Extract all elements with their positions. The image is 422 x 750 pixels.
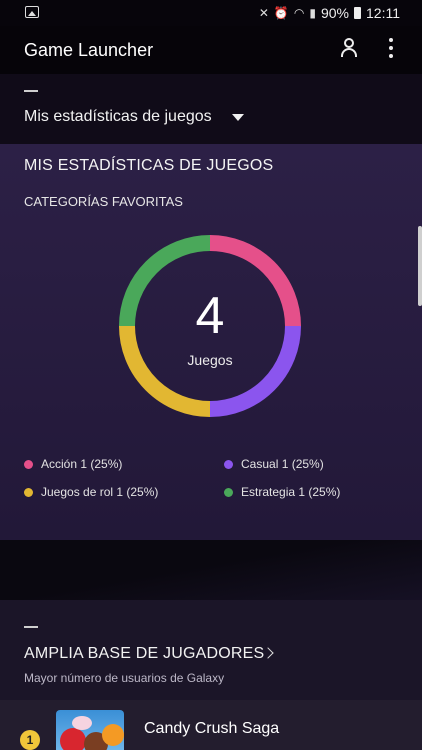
wifi-icon: ◠ [293, 6, 305, 20]
legend-item-rol: Juegos de rol 1 (25%) [24, 485, 158, 499]
legend-dot [24, 487, 33, 497]
game-list-item[interactable]: 1 Candy Crush Saga [0, 700, 422, 750]
donut-total-label: Juegos [187, 352, 233, 368]
section-selector[interactable]: Mis estadísticas de juegos [0, 74, 422, 144]
rank-badge: 1 [20, 730, 40, 750]
card-title: MIS ESTADÍSTICAS DE JUEGOS [24, 157, 274, 174]
legend-dot [224, 487, 233, 497]
vibrate-icon: ✕ [258, 6, 269, 20]
players-section[interactable]: AMPLIA BASE DE JUGADORES Mayor número de… [0, 600, 422, 700]
user-icon[interactable] [340, 38, 358, 58]
game-name: Candy Crush Saga [144, 720, 280, 737]
legend-item-estrategia: Estrategia 1 (25%) [224, 485, 340, 499]
game-stats-card: MIS ESTADÍSTICAS DE JUEGOS CATEGORÍAS FA… [0, 144, 422, 540]
divider-dash [24, 626, 38, 628]
image-notification-icon [25, 6, 39, 18]
battery-icon [354, 7, 361, 19]
status-indicators: ✕ ⏰ ◠ ▮ 90% 12:11 [259, 5, 400, 21]
caret-down-icon [232, 114, 244, 121]
section-selector-label: Mis estadísticas de juegos [24, 108, 212, 125]
players-section-subtitle: Mayor número de usuarios de Galaxy [24, 671, 225, 685]
legend-label: Acción 1 (25%) [41, 457, 123, 471]
more-vert-icon[interactable] [388, 38, 394, 58]
legend-item-casual: Casual 1 (25%) [224, 457, 324, 471]
signal-icon: ▮ [309, 6, 316, 20]
legend-dot [24, 459, 33, 469]
scrollbar[interactable] [418, 226, 422, 306]
game-icon [56, 710, 124, 750]
legend-label: Estrategia 1 (25%) [241, 485, 341, 499]
legend-item-accion: Acción 1 (25%) [24, 457, 122, 471]
app-bar: Game Launcher [0, 26, 422, 74]
battery-percent: 90% [320, 5, 349, 21]
divider-dash [24, 90, 38, 92]
donut-total-count: 4 [195, 287, 225, 345]
clock: 12:11 [366, 5, 400, 21]
legend-label: Casual 1 (25%) [241, 457, 324, 471]
legend-dot [224, 459, 233, 469]
app-title: Game Launcher [24, 40, 154, 60]
legend-label: Juegos de rol 1 (25%) [41, 485, 159, 499]
players-section-title: AMPLIA BASE DE JUGADORES [24, 645, 265, 662]
status-bar: ✕ ⏰ ◠ ▮ 90% 12:11 [0, 0, 422, 26]
alarm-icon: ⏰ [273, 6, 289, 20]
card-subtitle: CATEGORÍAS FAVORITAS [24, 194, 183, 209]
